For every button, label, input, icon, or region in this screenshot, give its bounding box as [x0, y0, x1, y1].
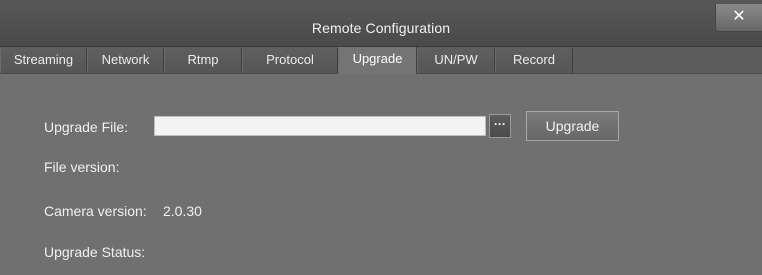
tab-network[interactable]: Network — [87, 48, 164, 73]
camera-version-label: Camera version: — [44, 203, 147, 219]
ellipsis-icon: ··· — [494, 117, 506, 131]
tab-streaming[interactable]: Streaming — [0, 48, 87, 73]
file-version-label: File version: — [44, 159, 120, 175]
window-title: Remote Configuration — [311, 20, 451, 36]
close-button[interactable]: ✕ — [715, 4, 762, 32]
upgrade-panel: Upgrade File: ··· Upgrade File version: … — [0, 74, 762, 275]
title-bar: Remote Configuration ✕ — [0, 0, 762, 47]
tab-upgrade[interactable]: Upgrade — [338, 47, 417, 74]
tab-rtmp[interactable]: Rtmp — [164, 48, 242, 73]
tab-record[interactable]: Record — [495, 48, 573, 73]
camera-version-value: 2.0.30 — [163, 203, 202, 219]
tab-protocol[interactable]: Protocol — [242, 48, 338, 73]
upgrade-file-label: Upgrade File: — [44, 119, 129, 135]
tab-bar: Streaming Network Rtmp Protocol Upgrade … — [0, 47, 762, 74]
upgrade-button[interactable]: Upgrade — [526, 111, 619, 141]
browse-button[interactable]: ··· — [489, 114, 511, 138]
upgrade-status-label: Upgrade Status: — [44, 244, 146, 260]
close-icon: ✕ — [732, 8, 746, 25]
upgrade-file-input[interactable] — [154, 116, 486, 136]
remote-configuration-window: Remote Configuration ✕ Streaming Network… — [0, 0, 762, 275]
tab-un-pw[interactable]: UN/PW — [417, 48, 495, 73]
